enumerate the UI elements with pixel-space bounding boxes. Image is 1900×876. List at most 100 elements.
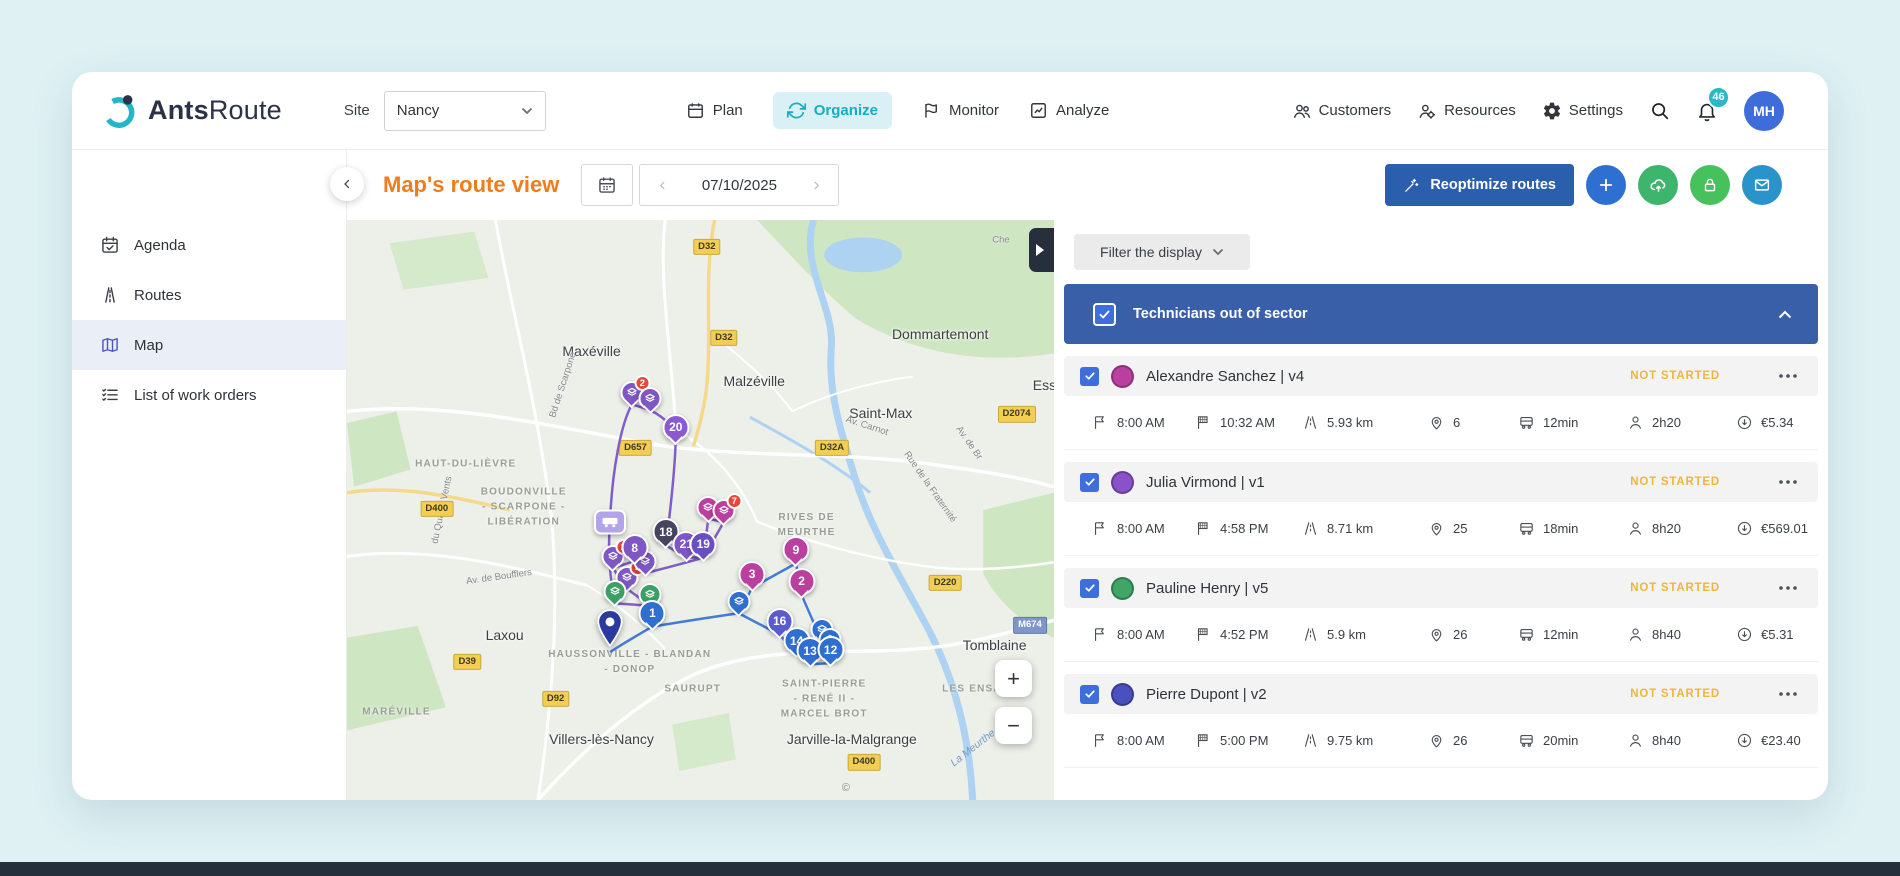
magic-wand-icon	[1405, 178, 1419, 192]
technician-header-row[interactable]: Pauline Henry | v5 NOT STARTED	[1064, 568, 1818, 608]
technician-checkbox[interactable]	[1080, 366, 1099, 386]
sidebar-item-label: Routes	[134, 286, 182, 304]
sidebar-item-map[interactable]: Map	[72, 320, 346, 370]
site-select[interactable]: Nancy	[383, 90, 546, 131]
technician-card: Pierre Dupont | v2 NOT STARTED 8:00 AM 5…	[1064, 674, 1818, 768]
start-time-stat: 8:00 AM	[1092, 414, 1195, 431]
collapse-group-button[interactable]	[1778, 310, 1792, 319]
top-link-label: Settings	[1568, 102, 1623, 119]
top-navbar: AntsRoute Site Nancy Plan Organize Monit…	[72, 72, 1828, 150]
calendar-picker-button[interactable]	[581, 164, 634, 206]
collapse-sidebar-button[interactable]	[330, 167, 364, 201]
start-flag-icon	[1094, 628, 1104, 641]
technician-checkbox[interactable]	[1080, 472, 1099, 492]
stop-marker[interactable]: 12	[817, 636, 845, 664]
stop-marker[interactable]	[727, 590, 751, 614]
map-collapse-button[interactable]	[1029, 228, 1054, 272]
technician-header-row[interactable]: Pierre Dupont | v2 NOT STARTED	[1064, 674, 1818, 714]
resources-link[interactable]: Resources	[1417, 101, 1516, 121]
technician-card: Julia Virmond | v1 NOT STARTED 8:00 AM 4…	[1064, 462, 1818, 556]
vehicle-marker[interactable]	[594, 509, 626, 535]
app-logo[interactable]: AntsRoute	[100, 92, 282, 130]
chevron-left-icon	[344, 179, 350, 189]
send-mail-button[interactable]	[1742, 165, 1782, 205]
check-icon	[1099, 310, 1110, 318]
stop-marker[interactable]: 2	[788, 567, 816, 595]
stop-marker[interactable]: 19	[689, 530, 717, 558]
end-time-stat: 10:32 AM	[1195, 414, 1302, 431]
technician-header-row[interactable]: Alexandre Sanchez | v4 NOT STARTED	[1064, 356, 1818, 396]
more-options-button[interactable]	[1778, 479, 1798, 485]
drive-time-stat: 12min	[1518, 626, 1627, 643]
stop-marker[interactable]	[603, 580, 627, 604]
reoptimize-routes-button[interactable]: Reoptimize routes	[1385, 164, 1574, 206]
map-pin-icon	[1431, 522, 1442, 536]
stop-marker[interactable]: 7	[712, 493, 743, 523]
technician-stats-row: 8:00 AM 10:32 AM 5.93 km 6 12min 2h20 €5…	[1064, 396, 1818, 450]
sidebar-item-routes[interactable]: Routes	[72, 270, 346, 320]
customers-link[interactable]: Customers	[1292, 101, 1392, 121]
group-select-all-checkbox[interactable]	[1093, 302, 1116, 326]
customers-icon	[1293, 104, 1310, 118]
chevron-left-icon	[659, 181, 665, 189]
next-day-button[interactable]	[794, 165, 838, 205]
depot-site-marker[interactable]	[597, 609, 624, 652]
toolbar-actions: Reoptimize routes	[1385, 164, 1782, 206]
user-avatar[interactable]: MH	[1744, 90, 1784, 131]
sidebar-item-agenda[interactable]: Agenda	[72, 220, 346, 270]
nav-item-plan[interactable]: Plan	[686, 101, 743, 120]
finish-flag-icon	[1197, 416, 1208, 429]
brand-name: AntsRoute	[148, 95, 282, 125]
sync-cloud-button[interactable]	[1638, 165, 1678, 205]
stop-marker[interactable]	[638, 387, 662, 411]
settings-link[interactable]: Settings	[1542, 101, 1623, 121]
nav-item-organize[interactable]: Organize	[772, 92, 892, 129]
more-options-button[interactable]	[1778, 373, 1798, 379]
date-control: 07/10/2025	[581, 164, 840, 206]
technicians-group-header[interactable]: Technicians out of sector	[1064, 284, 1818, 344]
lock-routes-button[interactable]	[1690, 165, 1730, 205]
search-button[interactable]	[1649, 100, 1670, 121]
technician-name: Julia Virmond | v1	[1146, 473, 1265, 491]
notifications-button[interactable]: 46	[1696, 85, 1730, 122]
notification-count-badge: 46	[1707, 85, 1730, 109]
sidebar-item-work-orders[interactable]: List of work orders	[72, 370, 346, 420]
stop-marker[interactable]: 9	[782, 536, 810, 564]
top-link-label: Customers	[1318, 102, 1392, 119]
stops-stat: 26	[1428, 732, 1518, 749]
technician-avatar	[1111, 576, 1134, 600]
more-options-button[interactable]	[1778, 585, 1798, 591]
more-options-button[interactable]	[1778, 691, 1798, 697]
chevron-up-icon	[1778, 310, 1792, 318]
main-area: Map's route view 07/10/2025 Reoptimize r…	[330, 150, 1828, 800]
start-time-stat: 8:00 AM	[1092, 732, 1195, 749]
content-area: Maxéville Malzéville Dommartemont Saint-Max…	[347, 220, 1828, 800]
zoom-out-button[interactable]: −	[995, 707, 1032, 744]
technician-checkbox[interactable]	[1080, 684, 1099, 704]
sidebar: Agenda Routes Map List of work orders	[72, 150, 347, 800]
technician-checkbox[interactable]	[1080, 578, 1099, 598]
previous-day-button[interactable]	[640, 165, 684, 205]
stop-marker[interactable]: 1	[638, 599, 666, 627]
stop-marker[interactable]: 20	[662, 413, 690, 441]
ellipsis-icon	[1779, 480, 1797, 484]
cost-stat: €569.01	[1736, 520, 1808, 537]
stop-marker[interactable]: 8	[621, 534, 649, 562]
vehicle-icon	[1520, 522, 1533, 535]
add-button[interactable]	[1586, 165, 1626, 205]
cluster-count-badge: 7	[726, 493, 743, 510]
sidebar-item-label: Map	[134, 336, 164, 354]
filter-display-button[interactable]: Filter the display	[1074, 234, 1250, 270]
cost-stat: €5.34	[1736, 414, 1794, 431]
technician-header-row[interactable]: Julia Virmond | v1 NOT STARTED	[1064, 462, 1818, 502]
map-canvas[interactable]: Maxéville Malzéville Dommartemont Saint-Max…	[347, 220, 1054, 800]
stop-marker[interactable]: 3	[738, 560, 766, 588]
distance-stat: 9.75 km	[1302, 732, 1428, 749]
cloud-upload-icon	[1649, 178, 1665, 192]
nav-item-analyze[interactable]: Analyze	[1029, 101, 1109, 120]
technician-avatar	[1111, 682, 1134, 706]
nav-item-monitor[interactable]: Monitor	[922, 101, 999, 120]
date-navigator: 07/10/2025	[639, 164, 840, 206]
cost-circle-icon	[1737, 415, 1752, 430]
zoom-in-button[interactable]: +	[995, 660, 1032, 697]
